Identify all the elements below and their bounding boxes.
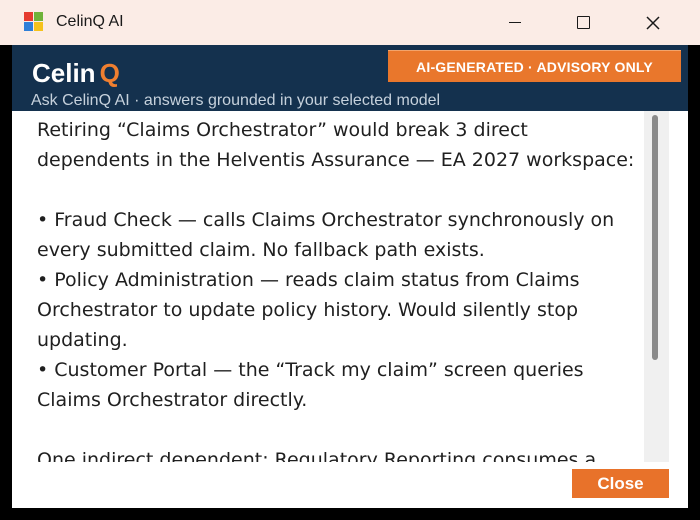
app-logo-icon bbox=[24, 12, 44, 32]
close-icon bbox=[646, 15, 660, 30]
minimize-button[interactable] bbox=[492, 0, 538, 45]
advisory-badge: AI-GENERATED · ADVISORY ONLY bbox=[388, 50, 681, 82]
answer-intro: Retiring “Claims Orchestrator” would bre… bbox=[37, 119, 635, 171]
header-banner: Celin Q Ask CelinQ AI · answers grounded … bbox=[12, 45, 688, 111]
window-close-button[interactable] bbox=[630, 0, 676, 45]
maximize-button[interactable] bbox=[560, 0, 606, 45]
close-button[interactable]: Close bbox=[572, 469, 669, 498]
brand-logo: Celin Q bbox=[32, 58, 120, 88]
brand-accent: Q bbox=[99, 58, 120, 88]
answer-bullet: • Policy Administration — reads claim st… bbox=[37, 269, 580, 351]
dialog-footer: Close bbox=[12, 462, 688, 508]
scrollbar-thumb[interactable] bbox=[652, 115, 658, 360]
answer-bullet: • Fraud Check — calls Claims Orchestrato… bbox=[37, 209, 615, 261]
answer-bullet: • Customer Portal — the “Track my claim”… bbox=[37, 359, 584, 411]
answer-text: Retiring “Claims Orchestrator” would bre… bbox=[37, 115, 637, 462]
window-title: CelinQ AI bbox=[56, 13, 124, 30]
answer-pane[interactable]: Retiring “Claims Orchestrator” would bre… bbox=[12, 111, 688, 462]
header-subtitle: Ask CelinQ AI · answers grounded in your… bbox=[31, 92, 441, 109]
brand-name: Celin bbox=[32, 58, 96, 88]
dialog-window: CelinQ AI Celin Q Ask CelinQ AI · answers… bbox=[0, 0, 700, 520]
maximize-icon bbox=[576, 16, 590, 29]
minimize-icon bbox=[509, 22, 521, 23]
answer-trailing: One indirect dependent: Regulatory Repor… bbox=[37, 449, 597, 462]
title-bar[interactable]: CelinQ AI bbox=[0, 0, 700, 45]
